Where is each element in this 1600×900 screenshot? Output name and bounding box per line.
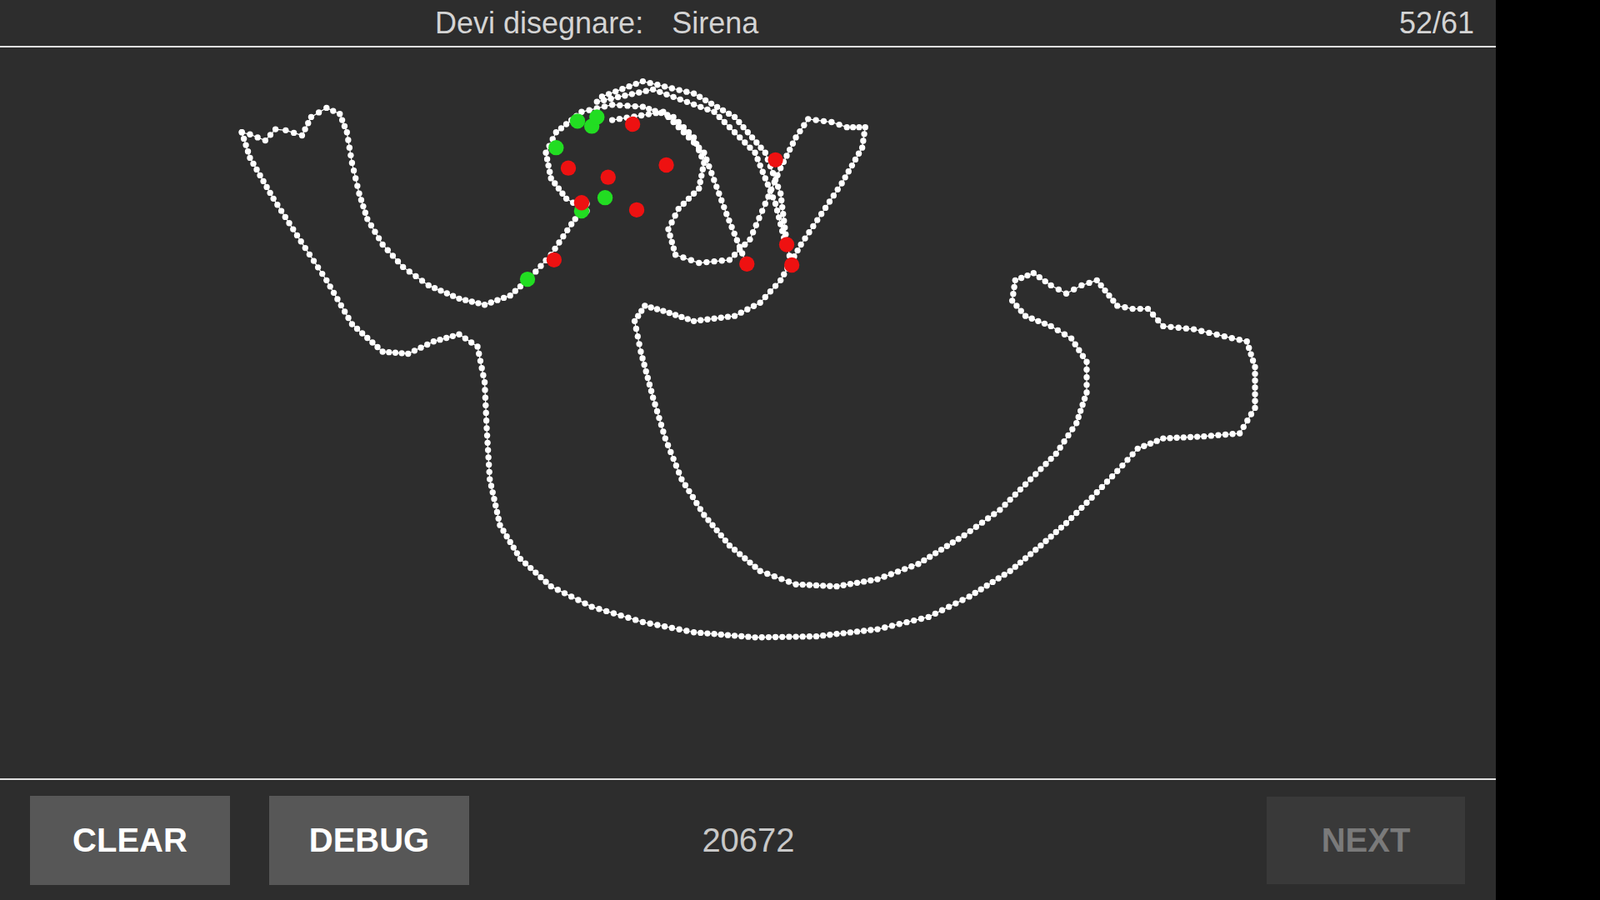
stroke: [594, 86, 790, 248]
prompt: Devi disegnare: Sirena: [0, 0, 759, 46]
marker-dot: [574, 195, 590, 210]
progress-counter: 52/61: [1399, 0, 1496, 46]
marker-dot: [625, 116, 640, 132]
prompt-label: Devi disegnare:: [435, 0, 644, 46]
marker-dot: [560, 160, 576, 175]
marker-dot: [767, 152, 783, 168]
target-word: Sirena: [671, 0, 759, 46]
stroke: [239, 101, 1259, 640]
bottom-bar: CLEAR DEBUG 20672 NEXT: [0, 778, 1496, 900]
marker-dot: [779, 236, 795, 252]
screen-margin: [1495, 0, 1600, 900]
clear-button[interactable]: CLEAR: [30, 795, 230, 885]
drawing-canvas[interactable]: [0, 47, 1496, 779]
stroke: [609, 109, 749, 264]
marker-dot: [658, 157, 674, 173]
marker-dot: [546, 252, 562, 268]
app-screen: Devi disegnare: Sirena 52/61 CLEAR DEBUG …: [0, 0, 1496, 900]
button-group: CLEAR DEBUG: [0, 795, 470, 885]
marker-dot: [570, 113, 585, 129]
stroke: [599, 78, 795, 266]
marker-dot: [600, 169, 616, 185]
top-bar: Devi disegnare: Sirena 52/61: [0, 0, 1496, 48]
next-button[interactable]: NEXT: [1266, 796, 1465, 885]
marker-dot: [548, 140, 564, 155]
marker-dot: [520, 271, 535, 287]
marker-dot: [597, 190, 613, 205]
stroke: [239, 105, 590, 309]
drawing-surface[interactable]: [0, 47, 1496, 779]
marker-dot: [629, 202, 645, 218]
score: 20672: [696, 815, 800, 865]
marker-dot: [784, 257, 800, 273]
debug-button[interactable]: DEBUG: [269, 795, 470, 885]
marker-dot: [739, 256, 755, 272]
marker-dot: [589, 109, 605, 125]
